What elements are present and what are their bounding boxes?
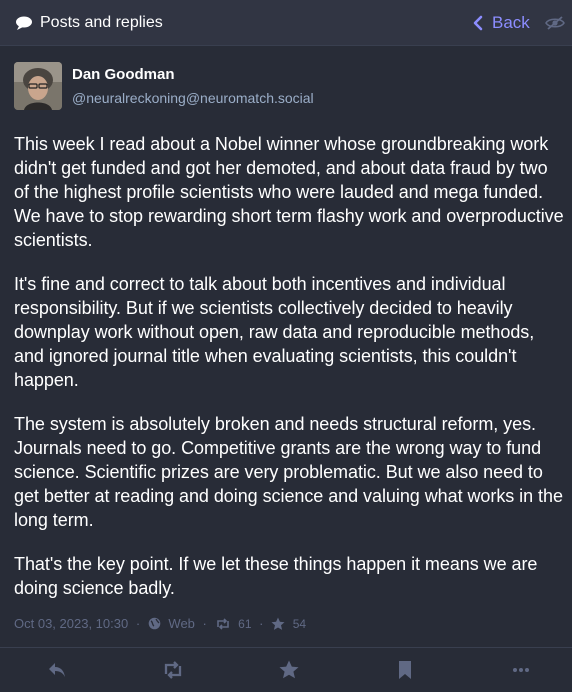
avatar-image — [14, 62, 62, 110]
eye-slash-icon[interactable] — [545, 15, 565, 31]
chevron-left-icon[interactable] — [472, 15, 484, 31]
display-name[interactable]: Dan Goodman — [72, 66, 175, 83]
favourite-count[interactable]: 54 — [293, 617, 306, 631]
account-handle[interactable]: @neuralreckoning@neuromatch.social — [72, 90, 314, 106]
post-paragraph: It's fine and correct to talk about both… — [14, 274, 535, 390]
column-title: Posts and replies — [40, 14, 163, 31]
post-author[interactable]: Dan Goodman @neuralreckoning@neuromatch.… — [14, 62, 554, 112]
globe-icon — [148, 617, 161, 630]
post-paragraph: That's the key point. If we let these th… — [14, 554, 538, 598]
separator: · — [259, 616, 264, 632]
star-icon — [271, 617, 285, 630]
column-header: Posts and replies Back — [0, 0, 572, 46]
visibility-label: Web — [168, 616, 195, 632]
reply-icon[interactable] — [46, 659, 68, 681]
post-paragraph: This week I read about a Nobel winner wh… — [14, 134, 564, 250]
avatar[interactable] — [14, 62, 62, 110]
action-bar — [0, 647, 572, 692]
bookmark-icon[interactable] — [394, 659, 416, 681]
ellipsis-icon[interactable] — [510, 659, 532, 681]
separator: · — [135, 616, 141, 632]
boost-count[interactable]: 61 — [238, 617, 251, 631]
post-content: This week I read about a Nobel winner wh… — [14, 132, 566, 620]
post-paragraph: The system is absolutely broken and need… — [14, 414, 563, 530]
post-timestamp[interactable]: Oct 03, 2023, 10:30 — [14, 616, 128, 631]
back-button[interactable]: Back — [492, 13, 530, 33]
post-meta: Oct 03, 2023, 10:30 · · Web · 61 · 54 — [14, 615, 306, 633]
retweet-icon — [216, 617, 229, 630]
separator: · — [202, 616, 207, 632]
retweet-icon[interactable] — [162, 659, 184, 681]
star-icon[interactable] — [278, 659, 300, 681]
speech-bubble-icon — [16, 16, 32, 30]
